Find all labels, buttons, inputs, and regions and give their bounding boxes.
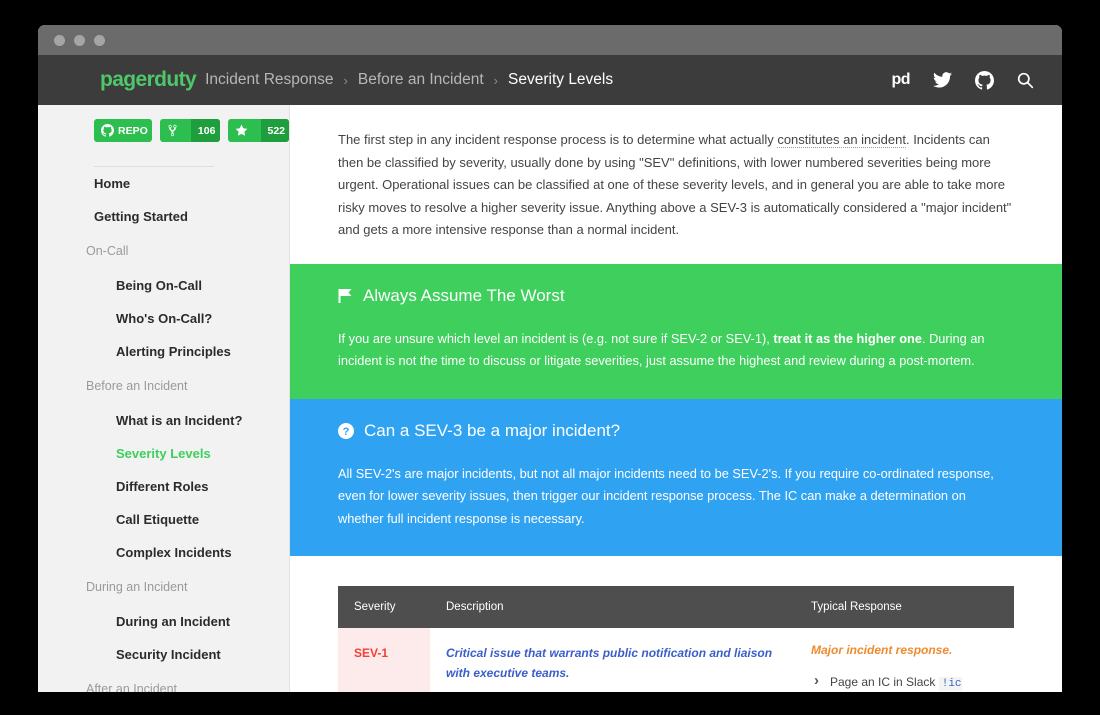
cell-typical-response: Major incident response. Page an IC in S…	[795, 628, 1014, 692]
sidebar-item-being-on-call[interactable]: Being On-Call	[38, 269, 289, 302]
table-header-row: Severity Description Typical Response	[338, 586, 1014, 628]
forks-badge-count: 106	[190, 119, 220, 142]
close-button[interactable]	[54, 34, 65, 46]
page-body: REPO 106 522 Home Getting Started On-Cal…	[38, 105, 1062, 692]
breadcrumb-item-incident-response[interactable]: Incident Response	[205, 71, 333, 89]
forks-badge[interactable]: 106	[159, 119, 220, 142]
fork-icon	[167, 124, 178, 137]
question-circle-icon: ?	[338, 422, 354, 439]
github-icon	[101, 124, 114, 137]
breadcrumb-item-severity-levels[interactable]: Severity Levels	[508, 71, 613, 89]
cell-severity: SEV-1	[338, 628, 430, 692]
svg-text:?: ?	[343, 426, 350, 438]
stars-badge-count: 522	[260, 119, 289, 142]
sidebar-item-call-etiquette[interactable]: Call Etiquette	[38, 503, 289, 536]
callout-title: ? Can a SEV-3 be a major incident?	[338, 421, 1014, 441]
sidebar-item-security-incident[interactable]: Security Incident	[38, 638, 289, 671]
search-icon[interactable]	[1017, 72, 1034, 89]
chevron-right-icon: ›	[343, 72, 348, 88]
intro-text-part1: The first step in any incident response …	[338, 132, 778, 147]
sidebar-section-before-an-incident: Before an Incident	[86, 379, 188, 393]
flag-icon	[338, 288, 353, 304]
table-row: SEV-1 Critical issue that warrants publi…	[338, 628, 1014, 692]
callout-always-assume-the-worst: Always Assume The Worst If you are unsur…	[290, 263, 1062, 399]
callout-body: If you are unsure which level an inciden…	[338, 328, 1014, 373]
sidebar-item-alerting-principles[interactable]: Alerting Principles	[38, 335, 289, 368]
callout-body: All SEV-2's are major incidents, but not…	[338, 463, 1014, 531]
callout-title-text: Can a SEV-3 be a major incident?	[364, 420, 621, 440]
response-lead: Major incident response.	[811, 643, 953, 657]
main-content: The first step in any incident response …	[290, 105, 1062, 692]
constitutes-an-incident-link[interactable]: constitutes an incident	[777, 132, 906, 148]
description-lead: Critical issue that warrants public noti…	[446, 646, 773, 680]
chevron-right-icon: ›	[493, 72, 499, 88]
callout-body-part1: All SEV-2's are major incidents, but not…	[338, 465, 994, 526]
sidebar-item-home[interactable]: Home	[38, 167, 289, 200]
repo-badge[interactable]: REPO	[94, 119, 152, 142]
severity-table: Severity Description Typical Response SE…	[338, 586, 1014, 692]
callout-title: Always Assume The Worst	[338, 286, 1014, 306]
sidebar-item-during-an-incident[interactable]: During an Incident	[38, 605, 289, 638]
sidebar-item-whos-on-call[interactable]: Who's On-Call?	[38, 302, 289, 335]
stars-badge[interactable]: 522	[227, 119, 289, 142]
breadcrumb: Incident Response › Before an Incident ›…	[205, 71, 613, 89]
app-header: pagerduty Incident Response › Before an …	[38, 55, 1062, 105]
github-icon[interactable]	[975, 70, 994, 90]
column-header-description: Description	[430, 586, 795, 628]
response-list: Page an IC in Slack !ic page. See During…	[811, 671, 998, 692]
intro-paragraph: The first step in any incident response …	[290, 105, 1062, 264]
column-header-severity: Severity	[338, 586, 430, 628]
browser-window: pagerduty Incident Response › Before an …	[38, 25, 1062, 692]
twitter-icon[interactable]	[933, 72, 952, 88]
callout-body-emphasis: treat it as the higher one	[773, 330, 922, 346]
sidebar-section-on-call: On-Call	[86, 244, 129, 258]
intro-text-part2: . Incidents can then be classified by se…	[338, 132, 1012, 237]
sidebar-badges: REPO 106 522	[38, 119, 289, 142]
header-icon-group: pd	[891, 70, 1034, 90]
sidebar-nav: Home Getting Started On-Call Being On-Ca…	[38, 166, 289, 692]
sidebar-item-complex-incidents[interactable]: Complex Incidents	[38, 536, 289, 569]
column-header-typical-response: Typical Response	[795, 586, 1014, 628]
repo-badge-label: REPO	[118, 124, 148, 137]
star-icon	[235, 124, 248, 137]
sidebar-item-severity-levels[interactable]: Severity Levels	[38, 437, 289, 470]
callout-body-part1: If you are unsure which level an inciden…	[338, 330, 774, 346]
minimize-button[interactable]	[74, 34, 85, 46]
response-text: Page an IC in Slack	[830, 675, 939, 689]
callout-can-a-sev3-be-a-major-incident: ? Can a SEV-3 be a major incident? All S…	[290, 398, 1062, 556]
sidebar: REPO 106 522 Home Getting Started On-Cal…	[38, 105, 290, 692]
sidebar-item-getting-started[interactable]: Getting Started	[38, 200, 289, 233]
sidebar-section-during-an-incident: During an Incident	[86, 580, 188, 594]
sidebar-section-after-an-incident: After an Incident	[86, 682, 178, 692]
maximize-button[interactable]	[94, 34, 105, 46]
breadcrumb-item-before-an-incident[interactable]: Before an Incident	[358, 71, 484, 89]
sidebar-item-different-roles[interactable]: Different Roles	[38, 470, 289, 503]
pd-mark-icon[interactable]: pd	[891, 71, 910, 89]
cell-description: Critical issue that warrants public noti…	[430, 628, 795, 692]
browser-titlebar	[38, 25, 1062, 55]
list-item: Page an IC in Slack !ic page.	[811, 671, 998, 692]
callout-title-text: Always Assume The Worst	[363, 285, 565, 305]
sidebar-item-what-is-an-incident[interactable]: What is an Incident?	[38, 404, 289, 437]
severity-table-wrapper: Severity Description Typical Response SE…	[290, 556, 1062, 692]
pagerduty-logo[interactable]: pagerduty	[100, 68, 197, 92]
